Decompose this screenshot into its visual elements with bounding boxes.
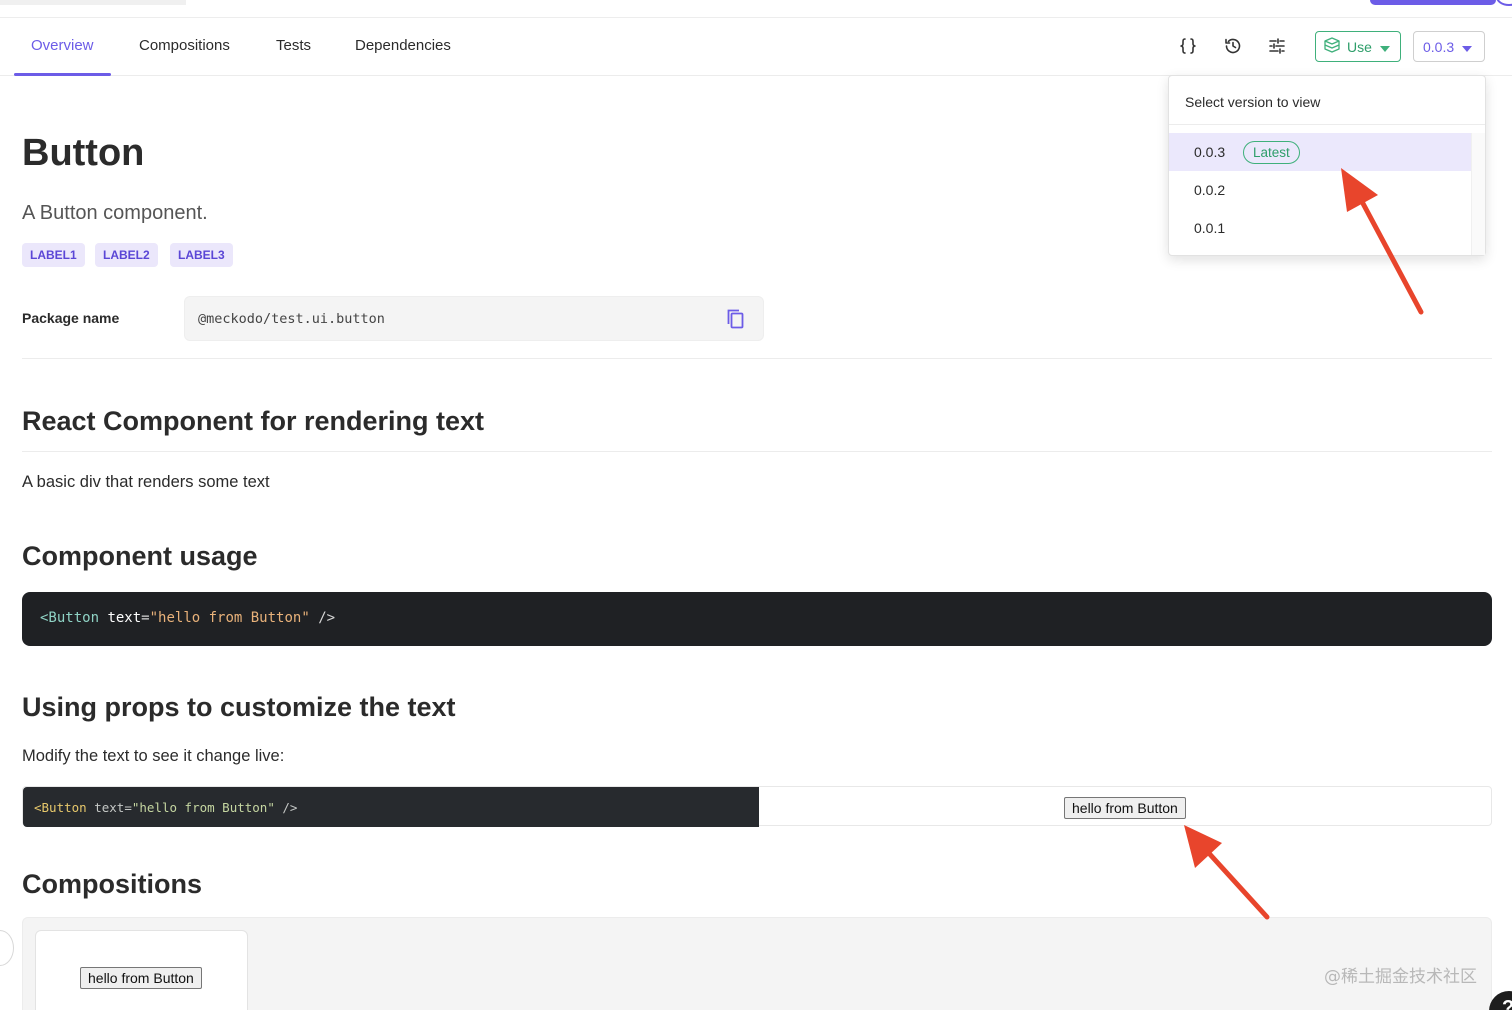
composition-card[interactable]: hello from Button bbox=[35, 930, 248, 1010]
section-heading-react: React Component for rendering text bbox=[22, 406, 485, 436]
divider bbox=[22, 451, 1492, 452]
side-toggle-handle[interactable] bbox=[0, 930, 14, 966]
divider bbox=[22, 358, 1492, 359]
version-option-0-0-1[interactable]: 0.0.1 bbox=[1169, 209, 1471, 247]
component-description: A Button component. bbox=[22, 202, 208, 224]
code-tag: <Button bbox=[40, 610, 100, 626]
tab-tests[interactable]: Tests bbox=[276, 18, 311, 75]
section-text-props: Modify the text to see it change live: bbox=[22, 747, 285, 765]
dropdown-scrollbar[interactable] bbox=[1471, 133, 1485, 255]
top-left-placeholder bbox=[0, 0, 186, 5]
top-strip bbox=[0, 0, 1512, 18]
box-icon bbox=[1323, 36, 1341, 57]
label-chip[interactable]: LABEL1 bbox=[22, 243, 85, 267]
code-attr: text bbox=[94, 800, 125, 815]
package-name-label: Package name bbox=[22, 310, 120, 326]
watermark: @稀土掘金技术社区 bbox=[1324, 967, 1477, 987]
usage-code-block[interactable]: <Button text="hello from Button" /> bbox=[22, 592, 1492, 646]
copy-icon[interactable] bbox=[725, 307, 747, 331]
use-button[interactable]: Use bbox=[1315, 31, 1401, 62]
section-text-react: A basic div that renders some text bbox=[22, 473, 270, 491]
section-heading-props: Using props to customize the text bbox=[22, 692, 456, 722]
version-dropdown: Select version to view 0.0.3 Latest 0.0.… bbox=[1168, 75, 1486, 256]
code-eq: = bbox=[124, 800, 132, 815]
code-eq: = bbox=[141, 610, 150, 626]
tab-compositions[interactable]: Compositions bbox=[139, 18, 230, 75]
settings-sliders-icon[interactable] bbox=[1265, 34, 1289, 58]
version-option-0-0-2[interactable]: 0.0.2 bbox=[1169, 171, 1471, 209]
page-title: Button bbox=[22, 132, 145, 174]
tab-dependencies[interactable]: Dependencies bbox=[355, 18, 451, 75]
code-braces-icon[interactable] bbox=[1176, 34, 1200, 58]
divider bbox=[1169, 124, 1485, 125]
code-close: /> bbox=[309, 610, 336, 626]
code-close: /> bbox=[274, 800, 298, 815]
tab-overview[interactable]: Overview bbox=[14, 18, 110, 76]
arrow-to-live-preview bbox=[1184, 825, 1270, 920]
live-playground: <Button text="hello from Button" /> hell… bbox=[22, 786, 1492, 827]
help-button[interactable]: ? bbox=[1489, 991, 1512, 1010]
latest-badge: Latest bbox=[1243, 141, 1300, 164]
section-heading-usage: Component usage bbox=[22, 541, 258, 571]
history-icon[interactable] bbox=[1221, 34, 1245, 58]
top-primary-button-edge[interactable] bbox=[1370, 0, 1496, 5]
chevron-down-icon bbox=[1462, 39, 1473, 55]
chevron-down-icon bbox=[1379, 39, 1390, 55]
live-code-editor[interactable]: <Button text="hello from Button" /> bbox=[23, 787, 759, 827]
compositions-grid: hello from Button bbox=[22, 917, 1492, 1010]
version-option-label: 0.0.2 bbox=[1194, 182, 1226, 198]
version-select-label: 0.0.3 bbox=[1423, 38, 1455, 55]
version-select-button[interactable]: 0.0.3 bbox=[1413, 31, 1485, 62]
label-chip[interactable]: LABEL2 bbox=[95, 243, 158, 267]
avatar-edge[interactable] bbox=[1496, 0, 1512, 6]
code-attr: text bbox=[107, 610, 142, 626]
live-preview-button[interactable]: hello from Button bbox=[1064, 797, 1186, 819]
component-nav: Overview Compositions Tests Dependencies bbox=[0, 18, 1512, 76]
code-tag: <Button bbox=[34, 800, 87, 815]
label-chip[interactable]: LABEL3 bbox=[170, 243, 233, 267]
use-button-label: Use bbox=[1347, 38, 1372, 55]
version-option-label: 0.0.3 bbox=[1194, 144, 1226, 160]
version-dropdown-title: Select version to view bbox=[1185, 94, 1321, 110]
section-heading-compositions: Compositions bbox=[22, 869, 202, 899]
version-option-label: 0.0.1 bbox=[1194, 220, 1226, 236]
code-string: "hello from Button" bbox=[149, 610, 310, 626]
package-name-field: @meckodo/test.ui.button bbox=[184, 296, 764, 341]
code-string: "hello from Button" bbox=[131, 800, 275, 815]
composition-preview-button[interactable]: hello from Button bbox=[80, 967, 202, 989]
version-option-0-0-3[interactable]: 0.0.3 Latest bbox=[1169, 133, 1471, 171]
package-name-value: @meckodo/test.ui.button bbox=[198, 311, 385, 327]
